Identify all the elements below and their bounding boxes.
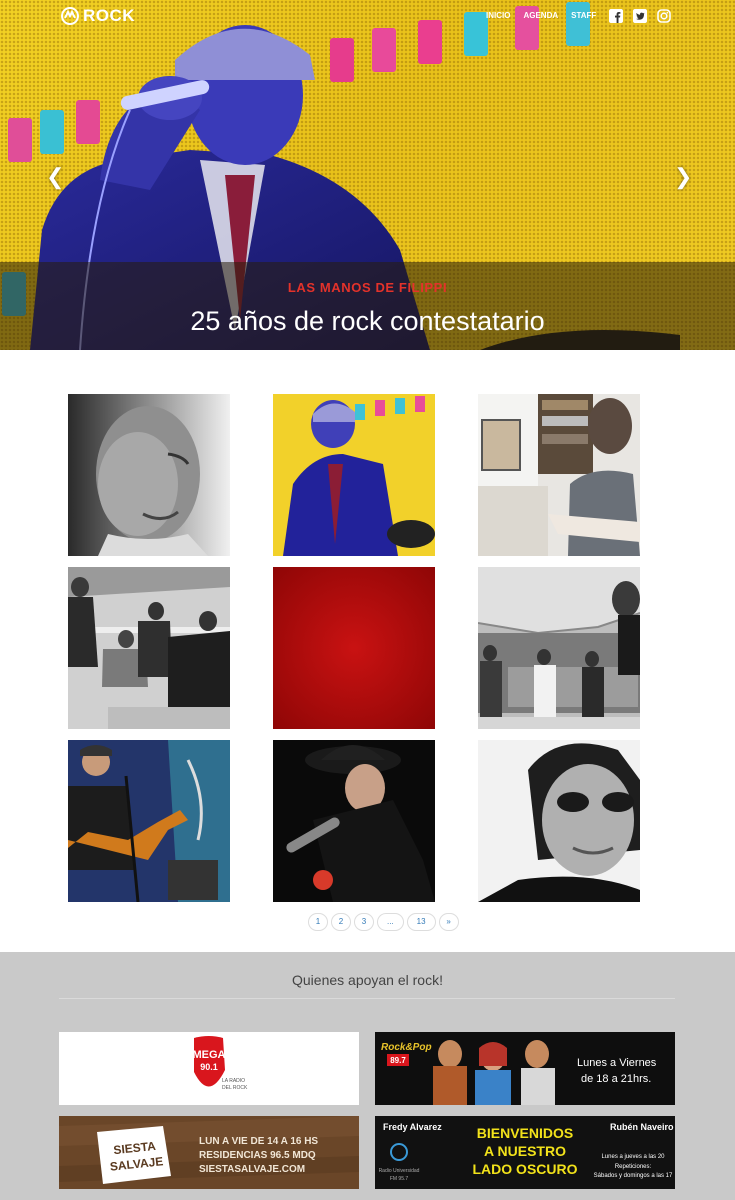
- rockpop-logo-text: Rock&Pop: [381, 1042, 432, 1053]
- page-13-button[interactable]: 13: [406, 913, 436, 931]
- gallery-tile-5[interactable]: [273, 567, 435, 729]
- sponsor-banner-lado-oscuro[interactable]: Fredy Alvarez Rubén Naveiro BIENVENIDOS …: [375, 1116, 675, 1189]
- oscuro-station-1: Radio Universidad: [379, 1168, 420, 1174]
- pagination: 1 2 3 ... 13 »: [308, 913, 462, 931]
- logo-text: ROCK: [83, 6, 136, 25]
- hero-kicker[interactable]: LAS MANOS DE FILIPPI: [0, 280, 735, 295]
- nav-link-staff[interactable]: STAFF: [571, 8, 596, 24]
- siesta-line-3: SIESTASALVAJE.COM: [199, 1164, 305, 1175]
- top-navbar: ROCK INICIO AGENDA STAFF: [0, 0, 735, 34]
- mega-radio-banner: MEGA 90.1 LA RADIO DEL ROCK: [59, 1032, 359, 1105]
- sponsor-banner-mega[interactable]: MEGA 90.1 LA RADIO DEL ROCK: [59, 1032, 359, 1105]
- gallery-tile-9[interactable]: [478, 740, 640, 902]
- bw-band-tent-photo: [478, 567, 640, 729]
- page-1-button[interactable]: 1: [308, 913, 328, 931]
- page-ellipsis-button[interactable]: ...: [377, 913, 404, 931]
- oscuro-host-2: Rubén Naveiro: [610, 1122, 674, 1132]
- siesta-line-1: LUN A VIE DE 14 A 16 HS: [199, 1136, 318, 1147]
- oscuro-sched-3: Sábados y domingos a las 17: [594, 1173, 673, 1179]
- singer-black-hat-photo: [273, 740, 435, 902]
- rockpop-line-2: de 18 a 21hrs.: [581, 1073, 651, 1085]
- sponsors-title: Quienes apoyan el rock!: [292, 972, 443, 988]
- chevron-right-icon[interactable]: ❯: [674, 164, 692, 190]
- oscuro-station-2: FM 95.7: [390, 1176, 409, 1182]
- guitarist-in-studio-photo: [478, 394, 640, 556]
- gallery-tile-1[interactable]: [68, 394, 230, 556]
- page-2-button[interactable]: 2: [331, 913, 351, 931]
- bw-man-sunglasses-photo: [478, 740, 640, 902]
- twitter-icon[interactable]: [633, 9, 648, 23]
- siesta-salvaje-banner: SIESTA SALVAJE LUN A VIE DE 14 A 16 HS R…: [59, 1116, 359, 1189]
- site-logo[interactable]: ROCK: [60, 5, 135, 27]
- sponsors-section: Quienes apoyan el rock! MEGA 90.1 LA RAD…: [0, 952, 735, 1200]
- gallery-tile-2[interactable]: [273, 394, 435, 556]
- sponsor-banner-rockpop[interactable]: Rock&Pop 89.7 Lunes a Viernes de 18 a 21…: [375, 1032, 675, 1105]
- nav-link-agenda[interactable]: AGENDA: [523, 8, 558, 24]
- sponsor-banner-siesta[interactable]: SIESTA SALVAJE LUN A VIE DE 14 A 16 HS R…: [59, 1116, 359, 1189]
- gallery-tile-3[interactable]: [478, 394, 640, 556]
- gallery-tile-7[interactable]: [68, 740, 230, 902]
- bw-portrait-bald-man-photo: [68, 394, 230, 556]
- mega-tagline-2: DEL ROCK: [222, 1085, 248, 1091]
- gallery-tile-8[interactable]: [273, 740, 435, 902]
- oscuro-title-1: BIENVENIDOS: [477, 1125, 573, 1141]
- bw-band-rooftop-photo: [68, 567, 230, 729]
- next-page-button[interactable]: »: [438, 913, 459, 931]
- rockpop-freq: 89.7: [390, 1056, 406, 1065]
- lado-oscuro-banner: Fredy Alvarez Rubén Naveiro BIENVENIDOS …: [375, 1116, 675, 1189]
- gallery-tile-6[interactable]: [478, 567, 640, 729]
- singer-blue-light-photo: [273, 394, 435, 556]
- hero-title[interactable]: 25 años de rock contestatario: [0, 306, 735, 337]
- oscuro-title-2: A NUESTRO: [484, 1143, 566, 1159]
- siesta-line-2: RESIDENCIAS 96.5 MDQ: [199, 1150, 316, 1161]
- oscuro-sched-2: Repeticiones:: [615, 1164, 652, 1170]
- oscuro-host-1: Fredy Alvarez: [383, 1122, 442, 1132]
- mega-logo-text: MEGA: [193, 1049, 226, 1061]
- nav-menu: INICIO AGENDA STAFF: [486, 8, 681, 24]
- oscuro-title-3: LADO OSCURO: [473, 1161, 578, 1177]
- rockpop-radio-banner: Rock&Pop 89.7 Lunes a Viernes de 18 a 21…: [375, 1032, 675, 1105]
- sponsors-divider: [59, 998, 675, 999]
- nav-link-inicio[interactable]: INICIO: [486, 8, 510, 24]
- facebook-icon[interactable]: [609, 9, 624, 23]
- oscuro-sched-1: Lunes a jueves a las 20: [601, 1154, 665, 1160]
- mega-freq-text: 90.1: [200, 1062, 218, 1072]
- red-placeholder-image: [273, 567, 435, 729]
- mega-tagline-1: LA RADIO: [222, 1078, 245, 1084]
- gallery-tile-4[interactable]: [68, 567, 230, 729]
- logo-icon: [61, 7, 79, 25]
- hero-carousel[interactable]: LAS MANOS DE FILIPPI 25 años de rock con…: [0, 0, 735, 350]
- page-3-button[interactable]: 3: [354, 913, 374, 931]
- instagram-icon[interactable]: [657, 9, 672, 23]
- guitarist-on-stage-photo: [68, 740, 230, 902]
- rockpop-line-1: Lunes a Viernes: [577, 1057, 657, 1069]
- chevron-left-icon[interactable]: ❮: [46, 164, 64, 190]
